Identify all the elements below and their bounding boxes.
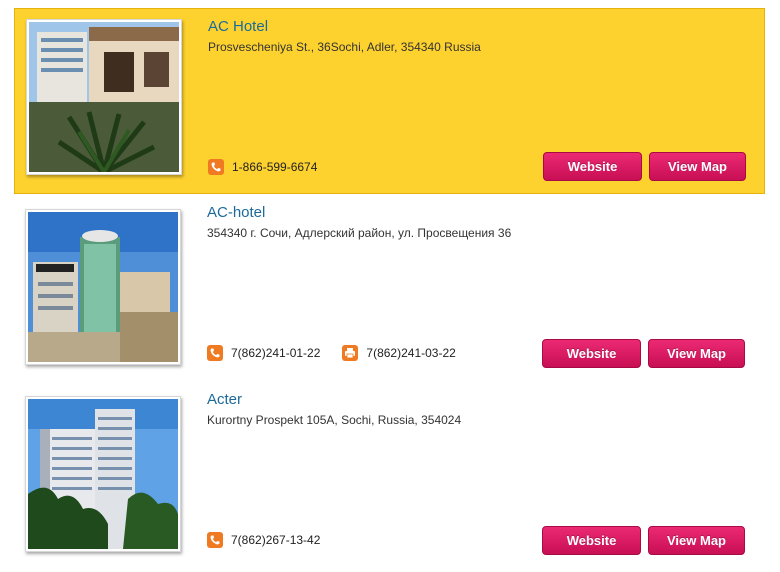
hotel-listing: Acter Kurortny Prospekt 105A, Sochi, Rus… [14,388,765,568]
hotel-name-link[interactable]: AC-hotel [207,204,265,221]
hotel-phones: 7(862)267-13-42 [207,532,342,548]
fax-entry: 7(862)241-03-22 [342,345,456,361]
phone-number: 7(862)241-01-22 [231,346,321,360]
hotel-listing: AC-hotel 354340 г. Сочи, Адлерский район… [14,201,765,381]
hotel-photo[interactable] [26,19,182,175]
hotel-listing: AC Hotel Prosvescheniya St., 36Sochi, Ad… [14,8,765,194]
hotel-name-link[interactable]: Acter [207,391,242,408]
fax-number: 7(862)241-03-22 [366,346,456,360]
hotel-phones: 7(862)241-01-22 7(862)241-03-22 [207,345,478,361]
view-map-button[interactable]: View Map [649,152,746,181]
hotel-address: Kurortny Prospekt 105A, Sochi, Russia, 3… [207,413,462,427]
phone-number: 7(862)267-13-42 [231,533,321,547]
hotel-photo[interactable] [25,396,181,552]
hotel-photo-image [28,399,178,549]
website-button[interactable]: Website [542,526,641,555]
hotel-name-link[interactable]: AC Hotel [208,18,268,35]
hotel-photo[interactable] [25,209,181,365]
website-button[interactable]: Website [543,152,642,181]
phone-entry: 1-866-599-6674 [208,159,317,175]
phone-entry: 7(862)241-01-22 [207,345,320,361]
view-map-button[interactable]: View Map [648,526,745,555]
view-map-button[interactable]: View Map [648,339,745,368]
fax-icon [342,345,359,361]
phone-icon [207,345,223,361]
website-button[interactable]: Website [542,339,641,368]
hotel-photo-image [29,22,179,172]
hotel-address: Prosvescheniya St., 36Sochi, Adler, 3543… [208,40,481,54]
hotel-address: 354340 г. Сочи, Адлерский район, ул. Про… [207,226,512,240]
hotel-photo-image [28,212,178,362]
phone-number: 1-866-599-6674 [232,160,318,174]
phone-icon [207,532,223,548]
phone-entry: 7(862)267-13-42 [207,532,320,548]
hotel-phones: 1-866-599-6674 [208,159,339,175]
phone-icon [208,159,224,175]
